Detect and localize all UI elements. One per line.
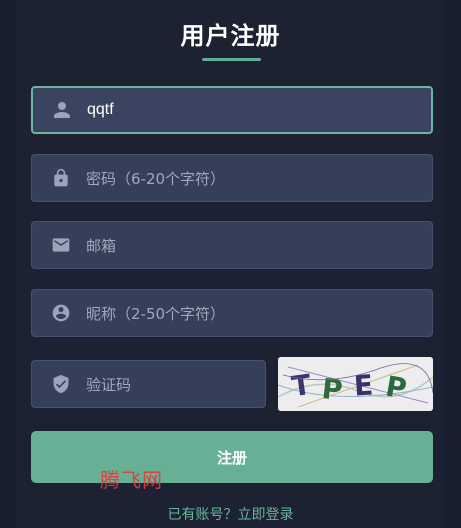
captcha-field[interactable]: 验证码: [31, 360, 266, 408]
email-placeholder: 邮箱: [86, 236, 117, 255]
captcha-image[interactable]: T P E P: [278, 357, 433, 411]
title-underline: [202, 58, 261, 61]
account-circle-icon: [50, 302, 72, 324]
login-link[interactable]: 已有账号？立即登录: [0, 504, 461, 524]
password-placeholder: 密码（6-20个字符）: [86, 169, 226, 188]
register-button[interactable]: 注册: [31, 431, 433, 483]
username-value: qqtf: [87, 101, 114, 118]
nickname-placeholder: 昵称（2-50个字符）: [86, 304, 226, 323]
page-title: 用户注册: [180, 22, 281, 50]
captcha-placeholder: 验证码: [86, 375, 132, 394]
shield-check-icon: [50, 373, 72, 395]
mail-icon: [50, 234, 72, 256]
captcha-char-2: P: [320, 372, 344, 407]
register-page: 用户注册 qqtf 密码（6-20个字符） 邮箱 昵称（2-50个字符） 验证码: [0, 0, 461, 528]
left-edge: [0, 0, 16, 528]
email-field[interactable]: 邮箱: [31, 221, 433, 269]
lock-icon: [50, 167, 72, 189]
password-field[interactable]: 密码（6-20个字符）: [31, 154, 433, 202]
watermark-text: 腾飞网: [100, 468, 163, 492]
person-icon: [51, 99, 73, 121]
nickname-field[interactable]: 昵称（2-50个字符）: [31, 289, 433, 337]
username-field[interactable]: qqtf: [31, 86, 433, 134]
right-edge: [445, 0, 461, 528]
